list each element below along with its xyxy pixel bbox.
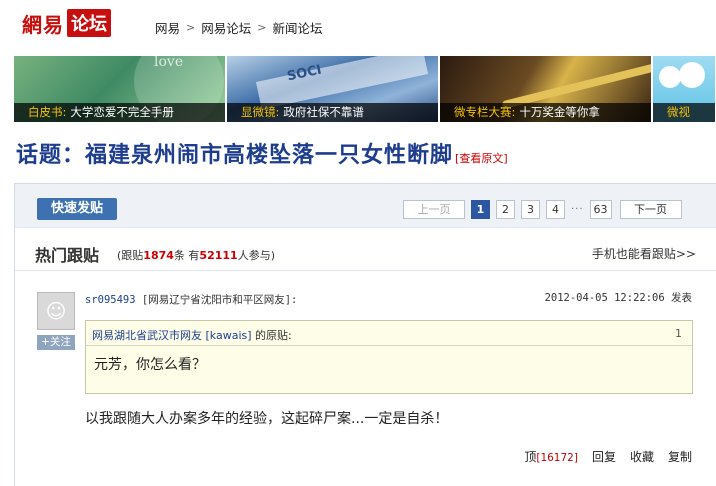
next-page-button[interactable]: 下一页 (619, 199, 682, 219)
comments-panel: 快速发贴 上一页 1 2 3 4 ··· 63 下一页 热门跟贴 (跟贴1874… (14, 183, 716, 486)
banner-caption: 白皮书: 大学恋爱不完全手册 (14, 103, 225, 122)
page-3-button[interactable]: 3 (521, 199, 540, 219)
banner-caption: 微视 (653, 103, 715, 122)
quick-post-button[interactable]: 快速发贴 (37, 198, 117, 220)
stats-prefix: (跟贴 (117, 249, 144, 262)
hot-comments-title: 热门跟贴 (35, 246, 100, 265)
banner-text: 大学恋爱不完全手册 (70, 105, 174, 119)
quote-header: 网易湖北省武汉市网友 [kawais] 的原贴: (92, 327, 292, 343)
comments-toolbar: 快速发贴 上一页 1 2 3 4 ··· 63 下一页 (15, 184, 716, 228)
prev-page-button[interactable]: 上一页 (403, 199, 465, 219)
site-header: 網易 论坛 网易 > 网易论坛 > 新闻论坛 (0, 0, 716, 50)
promo-banner-strip: love 白皮书: 大学恋爱不完全手册 SOCI 显微镜: 政府社保不靠谱 微专栏大… (14, 56, 716, 122)
follow-button[interactable]: +关注 (37, 335, 75, 350)
topic-heading: 话题： 福建泉州闹市高楼坠落一只女性断脚 [查看原文] (16, 137, 508, 169)
promo-banner-social-security[interactable]: SOCI 显微镜: 政府社保不靠谱 (227, 56, 438, 122)
netease-forum-logo[interactable]: 網易 论坛 (22, 9, 111, 37)
promo-banner-column-contest[interactable]: 微专栏大赛: 十万奖金等你拿 (440, 56, 651, 122)
breadcrumb-news-forum[interactable]: 新闻论坛 (272, 18, 322, 37)
page-4-button[interactable]: 4 (546, 199, 565, 219)
breadcrumb-separator: > (186, 21, 196, 34)
participant-count: 52111 (199, 249, 238, 262)
promo-banner-love[interactable]: love 白皮书: 大学恋爱不完全手册 (14, 56, 225, 122)
promo-banner-weishi[interactable]: 微视 (653, 56, 715, 122)
banner-tag: 显微镜: (241, 105, 280, 119)
upvote-count: [16172] (536, 452, 578, 464)
banner-text: 十万奖金等你拿 (519, 105, 600, 119)
comment-text: 以我跟随大人办案多年的经验，这起碎尸案...一定是自杀！ (85, 411, 449, 427)
page-title: 福建泉州闹市高楼坠落一只女性断脚 (85, 142, 454, 168)
quote-floor-number: 1 (675, 327, 682, 340)
quote-author[interactable]: 网易湖北省武汉市网友 [kawais] (92, 329, 252, 342)
page-2-button[interactable]: 2 (496, 199, 515, 219)
comment-actions: 顶[16172] 回复 收藏 复制 (524, 448, 692, 465)
banner-caption: 显微镜: 政府社保不靠谱 (227, 103, 438, 122)
quote-suffix: 的原贴: (251, 329, 292, 342)
breadcrumb-separator: > (257, 21, 267, 34)
copy-button[interactable]: 复制 (668, 448, 692, 465)
logo-forum: 论坛 (67, 9, 111, 37)
quoted-post: 网易湖北省武汉市网友 [kawais] 的原贴: 1 元芳，你怎么看？ (85, 320, 693, 394)
pagination-ellipsis: ··· (571, 203, 584, 215)
banner-tag: 微专栏大赛: (454, 105, 516, 119)
breadcrumb-netease[interactable]: 网易 (155, 18, 180, 37)
banner-overlay-word: love (154, 56, 184, 70)
banner-tag: 微视 (667, 105, 690, 119)
topic-label: 话题： (16, 142, 86, 168)
pagination: 上一页 1 2 3 4 ··· 63 下一页 (403, 199, 688, 219)
mobile-view-link[interactable]: 手机也能看跟贴>> (592, 245, 696, 262)
default-avatar-icon: ☺ (45, 299, 67, 323)
stats-mid: 条 有 (173, 249, 200, 262)
banner-tag: 白皮书: (28, 105, 67, 119)
stats-suffix: 人参与) (237, 249, 275, 262)
page-1-button[interactable]: 1 (471, 199, 490, 219)
favorite-button[interactable]: 收藏 (630, 448, 654, 465)
banner-caption: 微专栏大赛: 十万奖金等你拿 (440, 103, 651, 122)
upvote-button[interactable]: 顶[16172] (524, 448, 578, 465)
reply-count: 1874 (143, 249, 174, 262)
upvote-label: 顶 (524, 450, 537, 464)
author-location: [网易辽宁省沈阳市和平区网友]: (141, 294, 298, 306)
avatar[interactable]: ☺ (37, 292, 75, 330)
comment-timestamp: 2012-04-05 12:22:06 发表 (544, 292, 692, 304)
hot-comments-stats: (跟贴1874条 有52111人参与) (117, 247, 275, 263)
quote-divider (86, 345, 692, 346)
reply-button[interactable]: 回复 (592, 448, 616, 465)
author-username[interactable]: sr095493 (85, 294, 136, 306)
banner-text: 政府社保不靠谱 (283, 105, 364, 119)
breadcrumb: 网易 > 网易论坛 > 新闻论坛 (155, 18, 322, 37)
page-63-button[interactable]: 63 (589, 199, 612, 219)
quote-text: 元芳，你怎么看？ (94, 357, 206, 373)
divider (15, 270, 716, 271)
logo-brand: 網易 (22, 12, 64, 37)
comment-author: sr095493 [网易辽宁省沈阳市和平区网友]: (85, 292, 297, 307)
breadcrumb-forum[interactable]: 网易论坛 (201, 18, 251, 37)
view-original-link[interactable]: [查看原文] (455, 150, 508, 166)
